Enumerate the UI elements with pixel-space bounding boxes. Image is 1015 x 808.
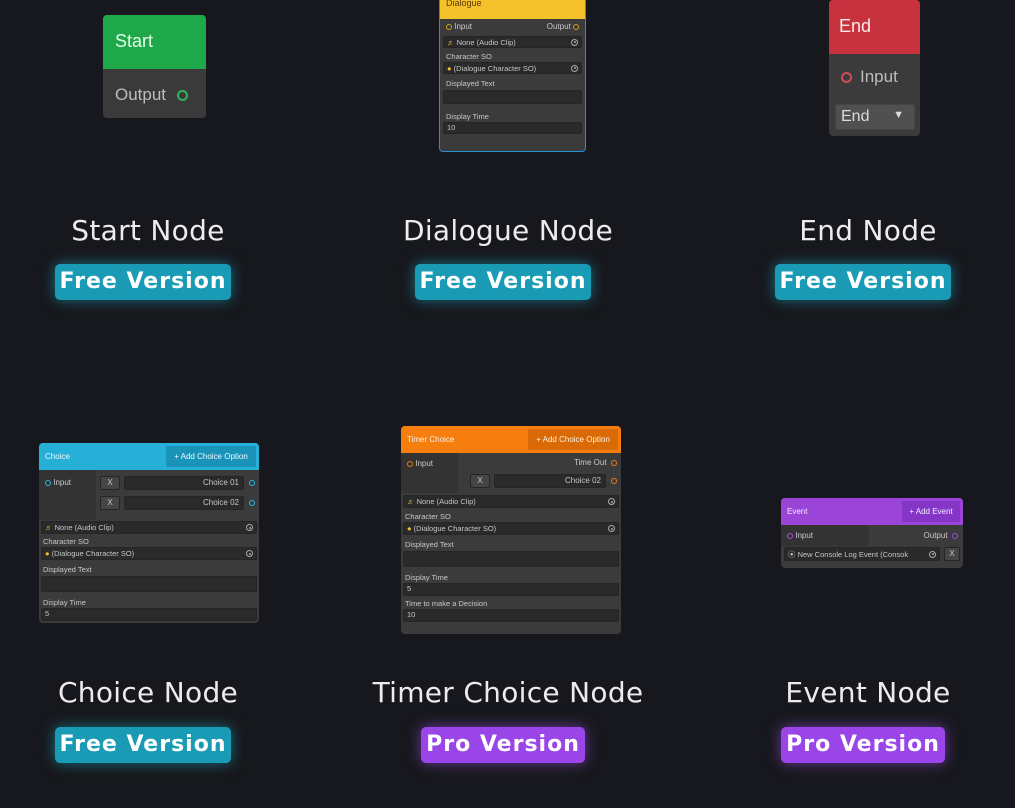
remove-choice-button[interactable]: X [100, 495, 120, 510]
object-picker-icon[interactable] [571, 64, 578, 72]
object-picker-icon[interactable] [608, 525, 615, 532]
choice-text-field[interactable]: Choice 02 [124, 495, 244, 510]
card-title: Event Node [785, 676, 951, 709]
character-so-label: Character SO [446, 52, 492, 61]
choice-output-port-icon[interactable] [249, 479, 255, 486]
display-time-label: Display Time [43, 598, 86, 607]
timer-choice-node-header: Timer Choice + Add Choice Option [401, 426, 621, 453]
input-port-icon[interactable] [45, 479, 51, 486]
object-picker-icon[interactable] [929, 550, 936, 558]
card-title: End Node [799, 214, 937, 247]
dialogue-output-label: Output [546, 22, 571, 31]
character-icon: ● [45, 549, 50, 558]
end-input-label: Input [860, 67, 898, 86]
time-out-port-icon[interactable] [611, 459, 617, 466]
music-note-icon: ♬ [45, 523, 53, 532]
version-badge: Free Version [775, 264, 951, 300]
start-node-header: Start [103, 15, 206, 69]
time-out-label: Time Out [573, 458, 607, 467]
object-picker-icon[interactable] [246, 550, 253, 557]
version-badge: Pro Version [421, 727, 585, 763]
timer-choice-node[interactable]: Timer Choice + Add Choice Option Input T… [401, 426, 621, 634]
character-so-label: Character SO [405, 512, 451, 521]
version-badge: Free Version [55, 727, 231, 763]
event-asset-icon: ⦿ [788, 549, 796, 559]
input-port-icon[interactable] [446, 23, 452, 30]
output-port-icon[interactable] [176, 90, 188, 102]
card-title: Timer Choice Node [372, 676, 644, 709]
displayed-text-label: Displayed Text [43, 565, 92, 574]
display-time-field[interactable]: 5 [41, 608, 257, 621]
end-node-header: End [829, 0, 920, 54]
displayed-text-field[interactable] [41, 576, 257, 592]
remove-choice-button[interactable]: X [470, 473, 490, 488]
character-so-field[interactable]: ● (Dialogue Character SO) [403, 522, 619, 535]
character-icon: ● [447, 63, 452, 73]
display-time-field[interactable]: 10 [443, 122, 582, 134]
choice-text-field[interactable]: Choice 01 [124, 475, 244, 490]
decision-time-field[interactable]: 10 [403, 609, 619, 622]
character-so-field[interactable]: ● (Dialogue Character SO) [443, 62, 582, 74]
event-object-field[interactable]: ⦿ New Console Log Event (Consok [784, 547, 940, 561]
start-node[interactable]: Start Output [103, 15, 206, 118]
input-port-icon[interactable] [841, 72, 852, 84]
version-badge: Free Version [55, 264, 231, 300]
display-time-label: Display Time [446, 112, 489, 121]
event-input-label: Input [795, 531, 814, 540]
input-port-icon[interactable] [407, 460, 413, 467]
version-badge: Free Version [415, 264, 591, 300]
choice-node-header: Choice + Add Choice Option [39, 443, 259, 470]
choice-input-label: Input [53, 478, 72, 487]
end-node[interactable]: End Input End ▼ [829, 0, 920, 136]
add-event-button[interactable]: + Add Event [902, 501, 960, 522]
add-choice-option-button[interactable]: + Add Choice Option [528, 429, 618, 450]
choice-text-field[interactable]: Choice 02 [494, 473, 606, 488]
dialogue-input-label: Input [454, 22, 473, 31]
input-port-icon[interactable] [787, 532, 793, 539]
object-picker-icon[interactable] [246, 524, 253, 531]
displayed-text-label: Displayed Text [446, 79, 495, 88]
audio-clip-field[interactable]: ♬ None (Audio Clip) [403, 495, 619, 508]
choice-node[interactable]: Choice + Add Choice Option Input X Choic… [39, 443, 259, 623]
end-type-dropdown[interactable]: End ▼ [835, 104, 915, 130]
version-badge: Pro Version [781, 727, 945, 763]
character-icon: ● [407, 524, 412, 533]
card-title: Start Node [71, 214, 225, 247]
dialogue-node-header: Dialogue [440, 0, 585, 19]
event-node-header: Event + Add Event [781, 498, 963, 525]
choice-output-port-icon[interactable] [249, 499, 255, 506]
character-so-field[interactable]: ● (Dialogue Character SO) [41, 547, 257, 560]
add-choice-option-button[interactable]: + Add Choice Option [166, 446, 256, 467]
remove-event-button[interactable]: X [944, 547, 960, 561]
output-port-icon[interactable] [952, 532, 958, 539]
object-picker-icon[interactable] [571, 38, 578, 46]
choice-output-port-icon[interactable] [611, 477, 617, 484]
dialogue-node[interactable]: Dialogue Input Output ♬ None (Audio Clip… [439, 0, 586, 152]
character-so-label: Character SO [43, 537, 89, 546]
start-output-label: Output [115, 85, 167, 104]
output-port-icon[interactable] [573, 23, 579, 30]
remove-choice-button[interactable]: X [100, 475, 120, 490]
display-time-label: Display Time [405, 573, 448, 582]
displayed-text-field[interactable] [403, 551, 619, 567]
audio-clip-field[interactable]: ♬ None (Audio Clip) [41, 521, 257, 534]
chevron-down-icon: ▼ [893, 109, 904, 121]
audio-clip-field[interactable]: ♬ None (Audio Clip) [443, 36, 582, 48]
timer-input-label: Input [415, 459, 434, 468]
music-note-icon: ♬ [407, 497, 415, 506]
card-title: Choice Node [57, 676, 239, 709]
card-title: Dialogue Node [402, 214, 614, 247]
event-node[interactable]: Event + Add Event Input Output ⦿ New Con… [781, 498, 963, 568]
music-note-icon: ♬ [447, 37, 455, 47]
object-picker-icon[interactable] [608, 498, 615, 505]
displayed-text-label: Displayed Text [405, 540, 454, 549]
display-time-field[interactable]: 5 [403, 583, 619, 596]
displayed-text-field[interactable] [443, 90, 582, 104]
event-output-label: Output [923, 531, 948, 540]
decision-time-label: Time to make a Decision [405, 599, 488, 608]
